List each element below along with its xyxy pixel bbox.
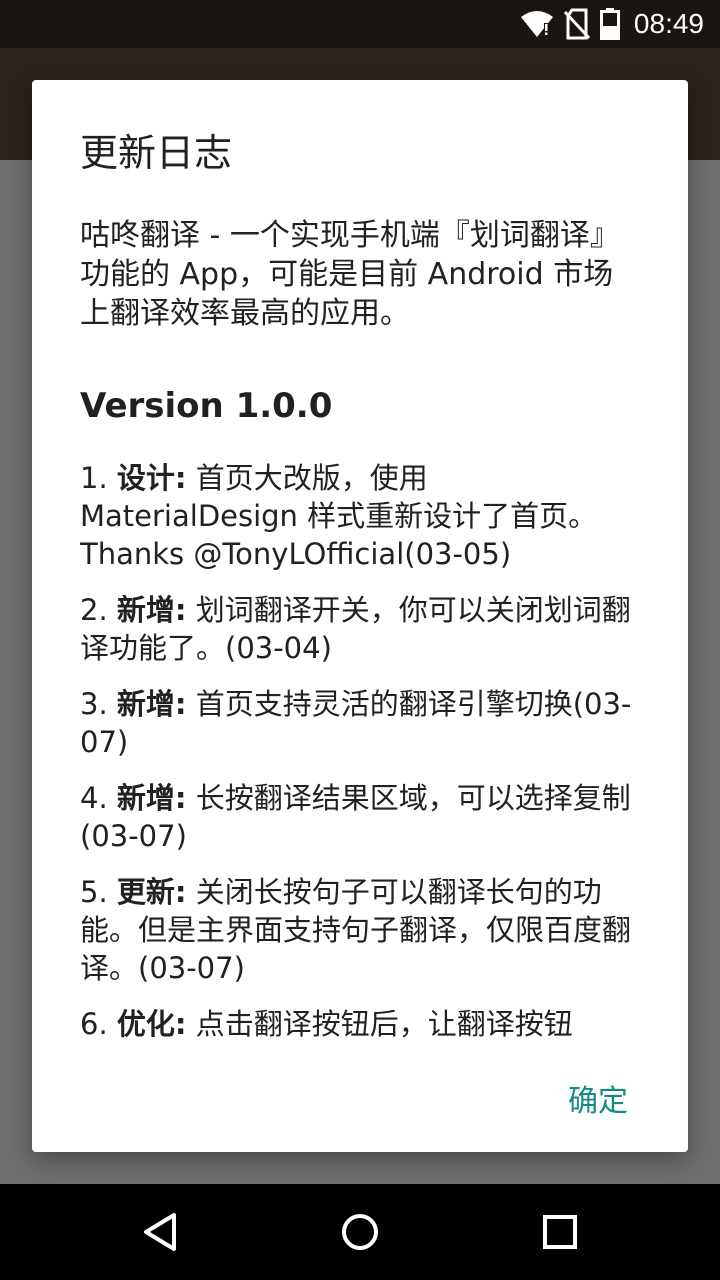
- item-number: 5.: [80, 875, 108, 909]
- item-tag: 优化:: [116, 1007, 187, 1041]
- item-tag: 新增:: [116, 593, 187, 627]
- app-intro: 咕咚翻译 - 一个实现手机端『划词翻译』功能的 App，可能是目前 Androi…: [80, 218, 620, 331]
- changelog-item: 2. 新增: 划词翻译开关，你可以关闭划词翻译功能了。(03-04): [80, 591, 640, 667]
- item-number: 1.: [80, 461, 108, 495]
- item-tag: 设计:: [116, 461, 187, 495]
- version-title: Version 1.0.0: [80, 386, 333, 426]
- ok-button[interactable]: 确定: [568, 1076, 628, 1120]
- dialog-content[interactable]: 咕咚翻译 - 一个实现手机端『划词翻译』功能的 App，可能是目前 Androi…: [80, 216, 640, 1046]
- no-sim-icon: [563, 8, 590, 40]
- wifi-icon: [520, 9, 554, 39]
- item-number: 2.: [80, 593, 108, 627]
- changelog-list: 1. 设计: 首页大改版，使用 MaterialDesign 样式重新设计了首页…: [80, 459, 640, 1043]
- back-icon[interactable]: [138, 1210, 182, 1254]
- changelog-dialog: 更新日志 咕咚翻译 - 一个实现手机端『划词翻译』功能的 App，可能是目前 A…: [32, 80, 688, 1152]
- changelog-item: 1. 设计: 首页大改版，使用 MaterialDesign 样式重新设计了首页…: [80, 459, 640, 573]
- item-number: 6.: [80, 1007, 108, 1041]
- recents-icon[interactable]: [538, 1210, 582, 1254]
- item-number: 3.: [80, 687, 108, 721]
- status-icons: 08:49: [520, 0, 704, 48]
- item-tag: 新增:: [116, 781, 187, 815]
- battery-icon: [599, 8, 620, 40]
- changelog-item: 5. 更新: 关闭长按句子可以翻译长句的功能。但是主界面支持句子翻译，仅限百度翻…: [80, 873, 640, 987]
- changelog-item: 6. 优化: 点击翻译按钮后，让翻译按钮: [80, 1005, 640, 1043]
- item-number: 4.: [80, 781, 108, 815]
- item-tag: 新增:: [116, 687, 187, 721]
- status-time: 08:49: [633, 8, 704, 39]
- item-text: 点击翻译按钮后，让翻译按钮: [195, 1007, 573, 1041]
- status-bar: 08:49: [0, 0, 720, 48]
- navigation-bar: [0, 1184, 720, 1280]
- changelog-item: 3. 新增: 首页支持灵活的翻译引擎切换(03-07): [80, 685, 640, 761]
- changelog-item: 4. 新增: 长按翻译结果区域，可以选择复制(03-07): [80, 779, 640, 855]
- home-icon[interactable]: [338, 1210, 382, 1254]
- dialog-title: 更新日志: [80, 131, 233, 175]
- item-tag: 更新:: [116, 875, 187, 909]
